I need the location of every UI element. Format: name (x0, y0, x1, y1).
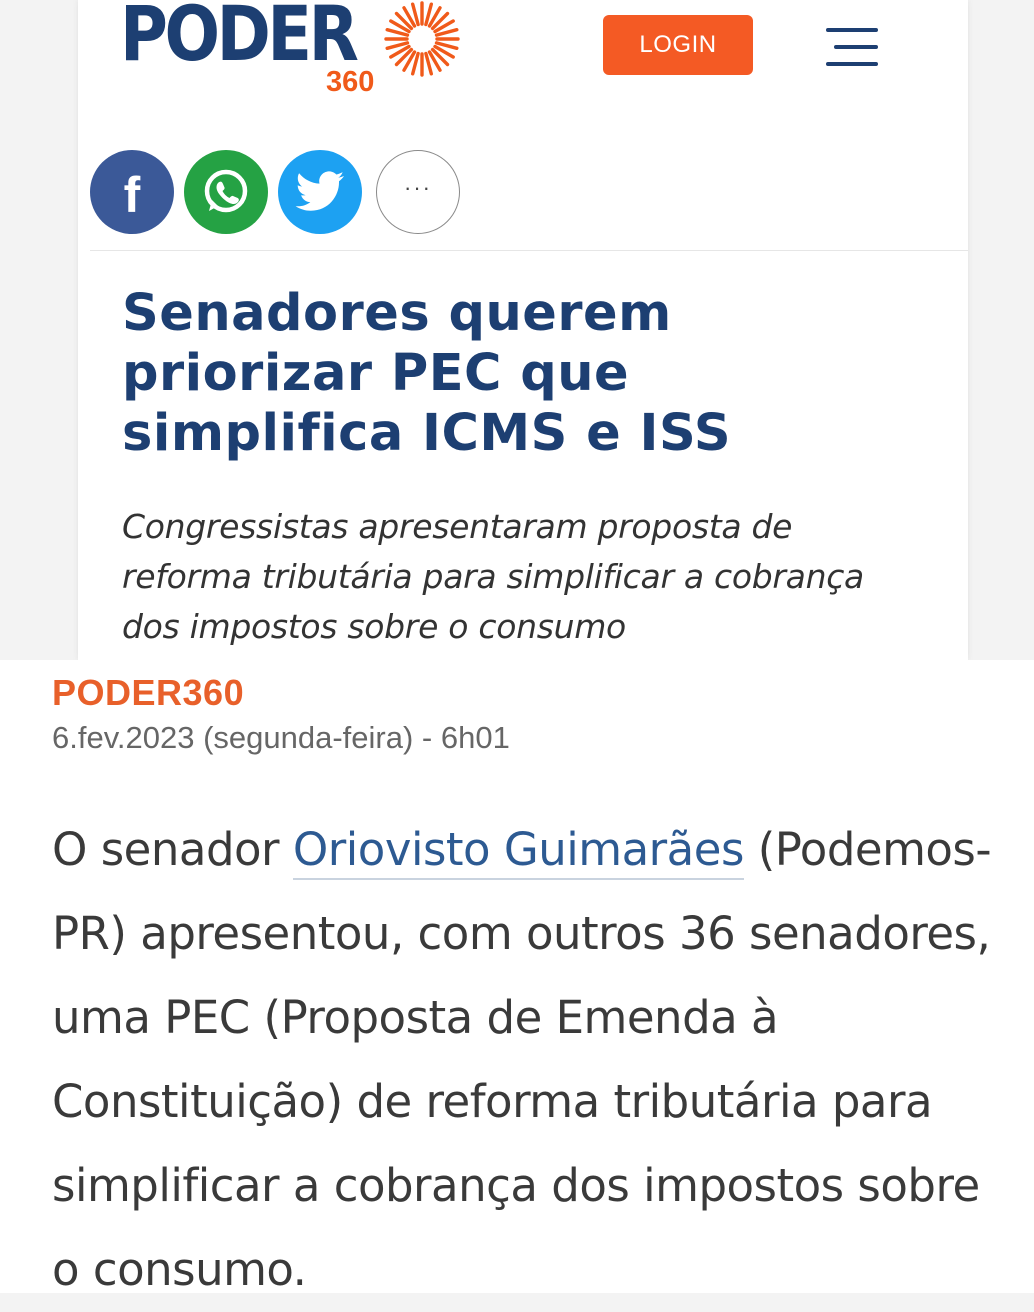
article-paragraph: O senador Oriovisto Guimarães (Podemos-P… (52, 808, 1012, 1312)
article-body-screenshot: PODER360 6.fev.2023 (segunda-feira) - 6h… (0, 660, 1034, 1296)
twitter-share-button[interactable] (278, 150, 362, 234)
paragraph-text-end: (Podemos-PR) apresentou, com outros 36 s… (52, 823, 992, 1296)
facebook-share-button[interactable]: f (90, 150, 174, 234)
share-bar: f ··· (90, 140, 968, 251)
senator-link[interactable]: Oriovisto Guimarães (292, 823, 744, 880)
login-button[interactable]: LOGIN (603, 15, 753, 75)
more-icon: ··· (404, 175, 432, 200)
logo-number: 360 (326, 66, 375, 98)
article-date: 6.fev.2023 (segunda-feira) - 6h01 (52, 720, 510, 755)
twitter-icon (295, 171, 344, 211)
article-header-screenshot: PODER 360 LOGIN f ··· Senadores querem p… (78, 0, 968, 660)
hamburger-menu-icon[interactable] (826, 24, 882, 70)
whatsapp-icon (204, 169, 248, 213)
sun-logo-icon (384, 1, 460, 77)
whatsapp-share-button[interactable] (184, 150, 268, 234)
more-share-button[interactable]: ··· (376, 150, 460, 234)
article-headline: Senadores querem priorizar PEC que simpl… (122, 284, 732, 463)
site-header: PODER 360 LOGIN (78, 0, 878, 115)
article-subheadline: Congressistas apresentaram proposta de r… (122, 507, 864, 646)
facebook-icon: f (123, 167, 141, 223)
logo-wordmark: PODER (120, 0, 359, 78)
article-source: PODER360 (52, 672, 245, 713)
paragraph-text-start: O senador (52, 823, 293, 876)
